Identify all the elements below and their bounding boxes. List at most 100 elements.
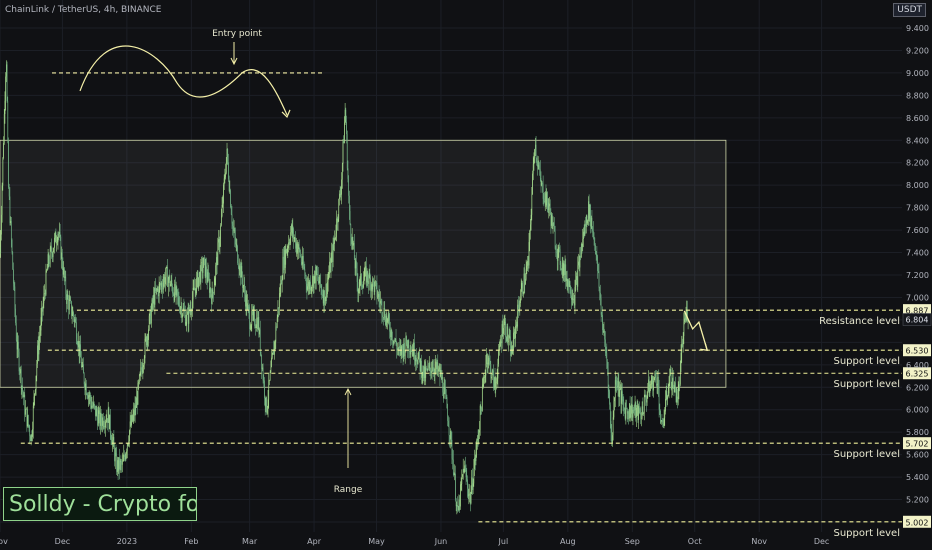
candle-950 [671, 381, 673, 398]
candle-282 [199, 271, 200, 287]
candle-body [609, 391, 610, 405]
time-axis[interactable]: NovDec2023FebMarAprMayJunJulAugSepOctNov… [0, 537, 829, 546]
candle-body [223, 184, 224, 204]
candle-body [250, 325, 252, 329]
candle-108 [76, 317, 77, 345]
price-axis[interactable]: 6.8876.5306.3255.7025.0029.4009.2009.000… [902, 24, 932, 528]
candle-body [551, 214, 552, 226]
candle-body [556, 252, 558, 261]
candle-188 [132, 408, 134, 423]
candle-884 [624, 402, 626, 421]
candle-486 [343, 135, 345, 144]
candle-body [271, 357, 272, 368]
candle-body [249, 311, 250, 330]
candle-body [569, 281, 571, 294]
candle-body [395, 338, 397, 345]
candle-901 [636, 399, 638, 416]
candle-510 [360, 265, 362, 286]
candle-body [150, 309, 152, 324]
candle-body [90, 395, 91, 402]
candle-body [351, 236, 353, 245]
candle-690 [487, 354, 489, 374]
candle-body [208, 272, 209, 279]
candle-body [58, 233, 60, 235]
candle-352 [248, 304, 250, 319]
candle-body [15, 308, 16, 323]
candle-body [305, 275, 306, 277]
candle-581 [410, 341, 412, 358]
candle-body [684, 318, 685, 323]
candle-body [670, 368, 672, 389]
candle-body [150, 309, 151, 324]
candle-body [185, 321, 187, 325]
candle-body [514, 331, 516, 339]
candle-body [467, 479, 468, 489]
candle-body [104, 425, 106, 428]
candle-body [522, 293, 524, 294]
candle-body [206, 277, 208, 282]
candle-body [532, 173, 533, 195]
candle-body [16, 340, 18, 350]
candle-body [361, 273, 362, 286]
candle-body [235, 243, 237, 245]
candle-body [604, 331, 606, 340]
candle-448 [316, 265, 318, 276]
candle-body [663, 424, 664, 426]
candle-411 [290, 225, 292, 245]
currency-badge[interactable]: USDT [893, 3, 926, 17]
candle-728 [514, 328, 516, 348]
candle-body [563, 263, 565, 276]
candle-body [544, 193, 546, 203]
candle-body [27, 415, 29, 425]
candle-199 [140, 359, 142, 381]
candle-body [542, 183, 544, 199]
candle-body [535, 144, 537, 158]
candle-body [665, 398, 666, 412]
candle-119 [83, 372, 85, 388]
candle-body [367, 271, 369, 281]
candle-body [112, 440, 113, 445]
candle-body [592, 228, 593, 231]
candle-148 [104, 416, 106, 434]
candle-618 [436, 359, 438, 376]
candle-body [208, 278, 210, 293]
candle-951 [672, 367, 673, 396]
candle-body [456, 505, 458, 507]
candle-711 [502, 314, 504, 337]
candle-body [496, 381, 497, 383]
candle-223 [157, 286, 159, 292]
candle-body [166, 267, 168, 268]
candle-766 [541, 180, 543, 187]
candle-8 [5, 72, 7, 111]
candle-body [526, 265, 528, 270]
candle-334 [235, 238, 237, 252]
candle-308 [217, 237, 219, 266]
candle-111 [78, 331, 79, 357]
candle-582 [411, 346, 412, 352]
candle-body [632, 409, 634, 418]
candle-body [138, 375, 140, 383]
candle-body [13, 269, 14, 284]
candle-377 [266, 396, 267, 415]
price-chart[interactable]: Resistance levelSupport levelSupport lev… [0, 0, 932, 550]
candle-90 [63, 261, 64, 278]
candle-body [375, 281, 377, 284]
candle-body [88, 395, 89, 399]
candle-body [101, 421, 103, 426]
candle-body [612, 417, 614, 436]
candle-861 [608, 384, 610, 399]
candle-body [312, 275, 313, 286]
candle-body [471, 477, 473, 492]
candle-243 [171, 273, 173, 292]
candle-489 [345, 107, 347, 123]
candle-936 [661, 414, 663, 422]
candle-651 [460, 481, 461, 510]
candle-627 [443, 382, 444, 403]
price-tick-16: 6.200 [906, 383, 929, 392]
candle-324 [228, 175, 230, 193]
range-arrow-icon [344, 387, 352, 468]
candle-888 [627, 410, 629, 420]
candle-217 [153, 286, 154, 311]
candle-475 [335, 224, 337, 242]
candle-body [458, 499, 460, 511]
